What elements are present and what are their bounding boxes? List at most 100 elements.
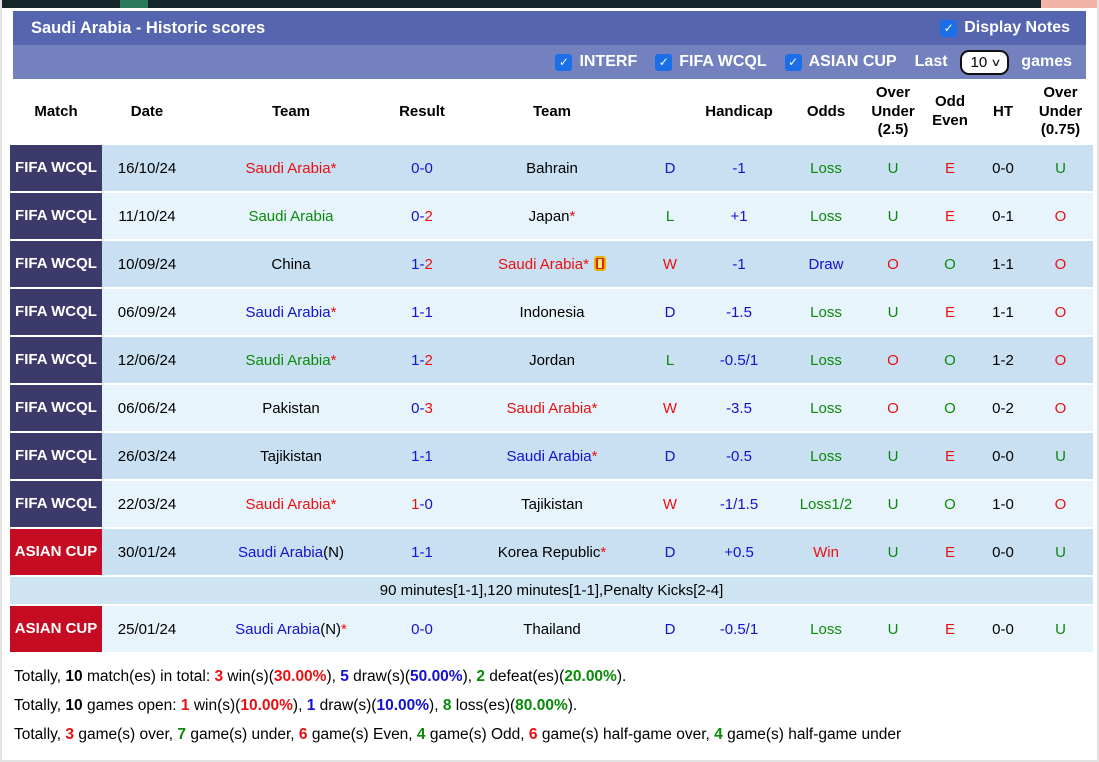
column-header: Team	[454, 81, 650, 143]
text-segment: 1	[180, 697, 190, 714]
text-segment: Saudi Arabia	[506, 447, 592, 465]
filter-fifa-wcql[interactable]: ✓ FIFA WCQL	[655, 53, 767, 71]
cell-over-under-075: O	[1028, 193, 1093, 239]
cell-wdl: D	[650, 433, 690, 479]
text-segment: 30.00%	[273, 668, 327, 685]
cell-date: 06/09/24	[102, 289, 192, 335]
cell-ht: 1-1	[978, 289, 1028, 335]
text-segment: *	[341, 620, 347, 638]
text-segment: Pakistan	[262, 399, 320, 417]
text-segment: Saudi Arabia	[245, 303, 331, 321]
text-segment: game(s) half-game under	[722, 726, 902, 743]
cell-result: 0-2	[390, 193, 454, 239]
cell-odd-even: E	[922, 193, 978, 239]
text-segment: loss(es)(	[451, 697, 516, 714]
cell-home-team: Saudi Arabia(N)	[192, 529, 390, 575]
text-segment: 3	[214, 668, 224, 685]
cell-home-team: Saudi Arabia*	[192, 481, 390, 527]
last-label: Last	[914, 53, 948, 70]
cell-odd-even: E	[922, 529, 978, 575]
checkbox-checked-icon[interactable]: ✓	[555, 53, 573, 71]
cell-home-team: Saudi Arabia*	[192, 337, 390, 383]
match-row: FIFA WCQL 11/10/24 Saudi Arabia 0-2 Japan* L +…	[10, 193, 1093, 239]
cell-result: 0-0	[390, 606, 454, 652]
cell-away-team: Bahrain	[454, 145, 650, 191]
display-notes-toggle[interactable]: ✓ Display Notes	[940, 19, 1070, 37]
cell-wdl: D	[650, 529, 690, 575]
text-segment: 0-	[411, 399, 425, 417]
match-row: FIFA WCQL 26/03/24 Tajikistan 1-1 Saudi Arab…	[10, 433, 1093, 479]
cell-ht: 0-0	[978, 606, 1028, 652]
last-games-select[interactable]: 10 ∨	[959, 49, 1010, 75]
text-segment: 1-	[411, 255, 425, 273]
cell-odds: Loss1/2	[788, 481, 864, 527]
cell-handicap: -1	[690, 241, 788, 287]
cell-date: 06/06/24	[102, 385, 192, 431]
text-segment: game(s) under,	[186, 726, 299, 743]
cell-odds: Win	[788, 529, 864, 575]
text-segment: 6	[528, 726, 538, 743]
text-segment: Bahrain	[526, 159, 578, 177]
filter-label: FIFA WCQL	[679, 53, 767, 70]
cell-away-team: Thailand	[454, 606, 650, 652]
cell-wdl: L	[650, 193, 690, 239]
note-row: 90 minutes[1-1],120 minutes[1-1],Penalty…	[10, 577, 1093, 604]
text-segment: win(s)(	[223, 668, 274, 685]
cell-over-under-25: U	[864, 433, 922, 479]
cell-odd-even: O	[922, 385, 978, 431]
text-segment: draw(s)(	[315, 697, 377, 714]
cell-ht: 0-0	[978, 529, 1028, 575]
text-segment: 5	[340, 668, 349, 685]
red-card-icon	[593, 255, 606, 271]
cell-away-team: Tajikistan	[454, 481, 650, 527]
column-header: Over Under (0.75)	[1028, 81, 1093, 143]
cell-result: 1-1	[390, 289, 454, 335]
extra-time-note: 90 minutes[1-1],120 minutes[1-1],Penalty…	[10, 577, 1093, 604]
cell-match-badge: FIFA WCQL	[10, 193, 102, 239]
text-segment: 10	[65, 697, 83, 714]
cell-match-badge: FIFA WCQL	[10, 289, 102, 335]
text-segment: ),	[462, 668, 477, 685]
column-header: Odd Even	[922, 81, 978, 143]
cell-handicap: -0.5/1	[690, 606, 788, 652]
text-segment: defeat(es)(	[485, 668, 565, 685]
match-row: ASIAN CUP 25/01/24 Saudi Arabia(N)* 0-0 Thai…	[10, 606, 1093, 652]
cell-result: 1-0	[390, 481, 454, 527]
cell-ht: 1-2	[978, 337, 1028, 383]
filter-asian-cup[interactable]: ✓ ASIAN CUP	[784, 53, 897, 71]
text-segment: Japan	[528, 207, 570, 225]
cell-date: 26/03/24	[102, 433, 192, 479]
cell-match-badge: FIFA WCQL	[10, 337, 102, 383]
cell-odd-even: O	[922, 241, 978, 287]
cell-home-team: Saudi Arabia	[192, 193, 390, 239]
cell-handicap: -1	[690, 145, 788, 191]
text-segment: 0-	[411, 207, 425, 225]
column-header	[650, 81, 690, 143]
cell-handicap: +1	[690, 193, 788, 239]
text-segment: game(s) Odd,	[425, 726, 529, 743]
match-row: FIFA WCQL 22/03/24 Saudi Arabia* 1-0 Tajikis…	[10, 481, 1093, 527]
text-segment: Jordan	[529, 351, 575, 369]
cell-over-under-075: O	[1028, 289, 1093, 335]
checkbox-checked-icon[interactable]: ✓	[940, 19, 958, 37]
cell-handicap: -0.5/1	[690, 337, 788, 383]
checkbox-checked-icon[interactable]: ✓	[655, 53, 673, 71]
cell-odds: Loss	[788, 193, 864, 239]
edge-strip-green-segment	[120, 0, 148, 8]
text-segment: Saudi Arabia*	[245, 495, 337, 513]
column-header: Odds	[788, 81, 864, 143]
cell-ht: 1-1	[978, 241, 1028, 287]
checkbox-checked-icon[interactable]: ✓	[784, 53, 802, 71]
cell-home-team: Saudi Arabia*	[192, 289, 390, 335]
cell-over-under-075: O	[1028, 385, 1093, 431]
cell-date: 25/01/24	[102, 606, 192, 652]
cell-match-badge: FIFA WCQL	[10, 433, 102, 479]
text-segment: match(es) in total:	[82, 668, 215, 685]
text-segment: game(s) Even,	[307, 726, 417, 743]
filter-interf[interactable]: ✓ INTERF	[555, 53, 637, 71]
text-segment: 10.00%	[240, 697, 293, 714]
cell-odd-even: E	[922, 606, 978, 652]
text-segment: ),	[292, 697, 307, 714]
cell-odds: Loss	[788, 145, 864, 191]
cell-result: 0-3	[390, 385, 454, 431]
